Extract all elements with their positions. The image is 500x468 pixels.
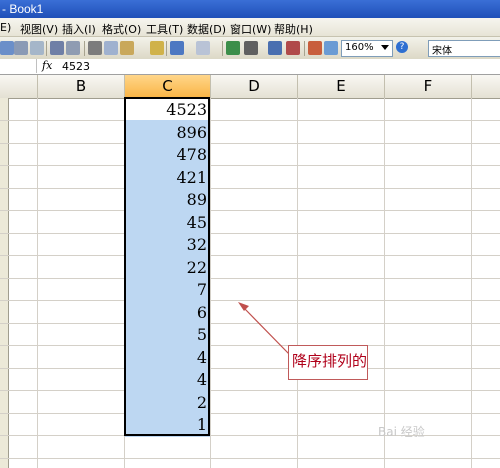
gridline: [0, 368, 500, 369]
menu-view[interactable]: 视图(V): [20, 21, 58, 37]
chevron-down-icon[interactable]: [381, 45, 389, 50]
column-header-g[interactable]: [472, 75, 500, 98]
chart-wizard-icon[interactable]: [308, 41, 322, 55]
help-icon[interactable]: ?: [396, 41, 408, 53]
column-header-e[interactable]: E: [298, 75, 385, 98]
gridline: [0, 143, 500, 144]
sort-descending-icon[interactable]: [286, 41, 300, 55]
gridline: [0, 233, 500, 234]
paste-icon[interactable]: [120, 41, 134, 55]
copy-icon[interactable]: [104, 41, 118, 55]
gridline: [0, 390, 500, 391]
toolbar-separator: [46, 41, 47, 56]
gridline: [0, 323, 500, 324]
menu-window[interactable]: 窗口(W): [230, 21, 271, 37]
sort-ascending-icon[interactable]: [268, 41, 282, 55]
menu-bar: E) 视图(V) 插入(I) 格式(O) 工具(T) 数据(D) 窗口(W) 帮…: [0, 18, 500, 37]
undo-icon[interactable]: [170, 41, 184, 55]
column-header-f[interactable]: F: [385, 75, 472, 98]
print-preview-icon[interactable]: [30, 41, 44, 55]
window-title: - Book1: [2, 2, 44, 16]
column-header-b[interactable]: B: [38, 75, 125, 98]
window-title-bar: - Book1: [0, 0, 500, 18]
worksheet-grid[interactable]: [0, 98, 500, 468]
gridline: [0, 458, 500, 459]
gridline: [0, 278, 500, 279]
research-icon[interactable]: [66, 41, 80, 55]
spelling-icon[interactable]: [50, 41, 64, 55]
annotation-callout: 降序排列的: [288, 345, 368, 380]
menu-tools[interactable]: 工具(T): [146, 21, 183, 37]
watermark: Bai 经验: [378, 425, 425, 439]
column-headers: B C D E F: [0, 75, 500, 99]
drawing-icon[interactable]: [324, 41, 338, 55]
font-name: 宋体: [432, 46, 452, 57]
formula-bar: fx 4523: [0, 59, 500, 75]
column-header-c[interactable]: C: [125, 75, 211, 98]
column-header-a[interactable]: [0, 75, 38, 98]
toolbar-separator: [166, 41, 167, 56]
toolbar-separator: [222, 41, 223, 56]
annotation-text: 降序排列的: [292, 352, 368, 370]
selection-border: [124, 97, 210, 436]
autosum-icon[interactable]: [244, 41, 258, 55]
cut-icon[interactable]: [88, 41, 102, 55]
formula-input[interactable]: 4523: [62, 60, 90, 73]
gridline: [0, 435, 500, 436]
gridline: [0, 300, 500, 301]
hyperlink-icon[interactable]: [226, 41, 240, 55]
menu-format[interactable]: 格式(O): [102, 21, 141, 37]
gridline: [0, 120, 500, 121]
print-icon[interactable]: [14, 41, 28, 55]
gridline: [0, 188, 500, 189]
standard-toolbar: 160% ? 宋体: [0, 37, 500, 60]
toolbar-separator: [84, 41, 85, 56]
gridline: [0, 345, 500, 346]
menu-insert[interactable]: 插入(I): [62, 21, 96, 37]
gridline: [0, 255, 500, 256]
zoom-value: 160%: [345, 42, 374, 53]
column-header-d[interactable]: D: [211, 75, 298, 98]
toolbar-separator: [304, 41, 305, 56]
gridline: [0, 413, 500, 414]
redo-icon[interactable]: [196, 41, 210, 55]
menu-help[interactable]: 帮助(H): [274, 21, 313, 37]
menu-edit[interactable]: E): [0, 21, 11, 34]
gridline: [0, 210, 500, 211]
gridline: [0, 165, 500, 166]
font-select[interactable]: 宋体: [428, 40, 500, 57]
menu-data[interactable]: 数据(D): [187, 21, 226, 37]
name-box[interactable]: [0, 59, 37, 73]
format-painter-icon[interactable]: [150, 41, 164, 55]
fx-icon[interactable]: fx: [42, 59, 52, 72]
save-icon[interactable]: [0, 41, 14, 55]
